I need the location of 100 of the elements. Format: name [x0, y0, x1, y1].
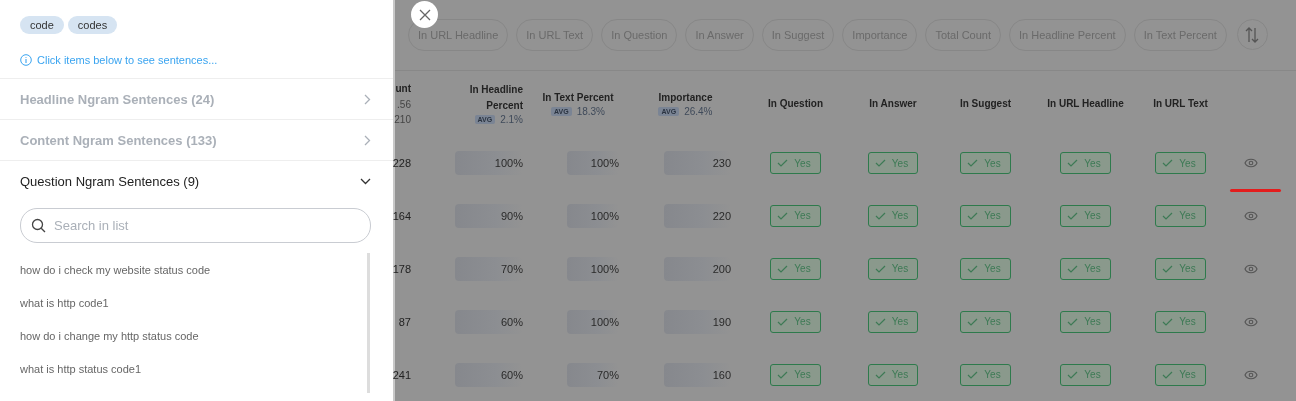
view-button[interactable]	[1243, 210, 1258, 221]
bar-value: 100%	[590, 315, 619, 328]
column-header: In URL Text	[1153, 96, 1208, 111]
column-stat: .56	[397, 97, 411, 112]
sort-arrows-icon	[1245, 26, 1260, 43]
view-button[interactable]	[1243, 263, 1258, 274]
count-value: 241	[392, 368, 412, 381]
check-icon	[1067, 211, 1079, 220]
yes-badge: Yes	[770, 204, 821, 227]
count-value: 178	[392, 262, 412, 275]
bar-value: 100%	[590, 209, 619, 222]
check-icon	[1067, 264, 1079, 273]
close-icon	[418, 8, 431, 21]
accordion-header[interactable]: Content Ngram Sentences (133)	[0, 120, 393, 160]
column-header: Importance	[658, 91, 713, 106]
yes-badge: Yes	[770, 152, 821, 175]
bar-value: 190	[712, 315, 731, 328]
search-field[interactable]: Search in list	[20, 208, 371, 243]
average-value: 18.3%	[576, 106, 605, 118]
sentence-item[interactable]: what is http status code1	[20, 352, 367, 385]
accordion-header[interactable]: Question Ngram Sentences (9)	[0, 161, 393, 201]
keyword-tag[interactable]: codes	[67, 16, 118, 34]
yes-badge: Yes	[1155, 204, 1206, 227]
sentence-item[interactable]: how do i check my website status code	[20, 253, 367, 286]
count-value: 87	[398, 315, 412, 328]
yes-badge: Yes	[770, 257, 821, 280]
yes-badge: Yes	[960, 152, 1011, 175]
yes-badge: Yes	[960, 310, 1011, 333]
column-header: unt	[395, 81, 411, 96]
check-icon	[777, 317, 789, 326]
bar-value: 70%	[596, 368, 619, 381]
chevron-right-icon	[364, 93, 371, 105]
eye-icon	[1243, 210, 1258, 221]
check-icon	[1067, 159, 1079, 168]
check-icon	[967, 264, 979, 273]
check-icon	[1162, 370, 1174, 379]
accordion-header[interactable]: Headline Ngram Sentences (24)	[0, 79, 393, 119]
check-icon	[874, 211, 886, 220]
check-icon	[777, 211, 789, 220]
yes-badge: Yes	[1155, 363, 1206, 386]
check-icon	[777, 370, 789, 379]
yes-badge: Yes	[770, 363, 821, 386]
yes-badge: Yes	[770, 310, 821, 333]
yes-badge: Yes	[1060, 310, 1111, 333]
sentence-item[interactable]: how do i change my http status code	[20, 319, 367, 352]
yes-badge: Yes	[1060, 152, 1111, 175]
bar-value: 160	[712, 368, 731, 381]
column-header: In Suggest	[959, 96, 1012, 111]
keyword-tag[interactable]: code	[20, 16, 64, 34]
chevron-down-icon	[360, 177, 371, 185]
eye-icon	[1243, 316, 1258, 327]
yes-badge: Yes	[1155, 257, 1206, 280]
column-header: In Text Percent	[542, 91, 614, 106]
check-icon	[874, 159, 886, 168]
check-icon	[874, 370, 886, 379]
bar-value: 220	[712, 209, 731, 222]
column-stat: 210	[394, 112, 411, 127]
yes-badge: Yes	[867, 310, 919, 333]
check-icon	[1162, 264, 1174, 273]
scrollbar[interactable]	[367, 253, 370, 393]
yes-badge: Yes	[867, 152, 919, 175]
column-header: In Question	[768, 96, 823, 111]
check-icon	[1162, 159, 1174, 168]
eye-icon	[1243, 158, 1258, 169]
view-button[interactable]	[1243, 316, 1258, 327]
yes-badge: Yes	[867, 204, 919, 227]
yes-badge: Yes	[1060, 204, 1111, 227]
annotation-underline	[1230, 188, 1281, 192]
bar-value: 100%	[590, 157, 619, 170]
view-button[interactable]	[1243, 369, 1258, 380]
view-button[interactable]	[1243, 158, 1258, 169]
yes-badge: Yes	[960, 204, 1011, 227]
bar-value: 230	[712, 157, 731, 170]
check-icon	[967, 211, 979, 220]
check-icon	[874, 317, 886, 326]
yes-badge: Yes	[1155, 310, 1206, 333]
section-title: Question Ngram Sentences (9)	[20, 173, 200, 189]
yes-badge: Yes	[867, 257, 919, 280]
bar-value: 100%	[590, 262, 619, 275]
check-icon	[777, 159, 789, 168]
average-value: 26.4%	[684, 106, 713, 118]
check-icon	[1162, 317, 1174, 326]
check-icon	[967, 317, 979, 326]
bar-value: 60%	[500, 315, 523, 328]
check-icon	[1067, 370, 1079, 379]
column-header: In Headline Percent	[468, 83, 523, 114]
check-icon	[777, 264, 789, 273]
count-value: 228	[392, 157, 412, 170]
bar-value: 60%	[500, 368, 523, 381]
section-title: Content Ngram Sentences (133)	[20, 132, 217, 148]
sentence-item[interactable]: what is http code1	[20, 286, 367, 319]
column-header: In URL Headline	[1047, 96, 1124, 111]
bar-value: 90%	[500, 209, 523, 222]
yes-badge: Yes	[1155, 152, 1206, 175]
chevron-right-icon	[364, 134, 371, 146]
yes-badge: Yes	[867, 363, 919, 386]
check-icon	[1162, 211, 1174, 220]
check-icon	[1067, 317, 1079, 326]
yes-badge: Yes	[960, 257, 1011, 280]
bar-value: 200	[712, 262, 731, 275]
